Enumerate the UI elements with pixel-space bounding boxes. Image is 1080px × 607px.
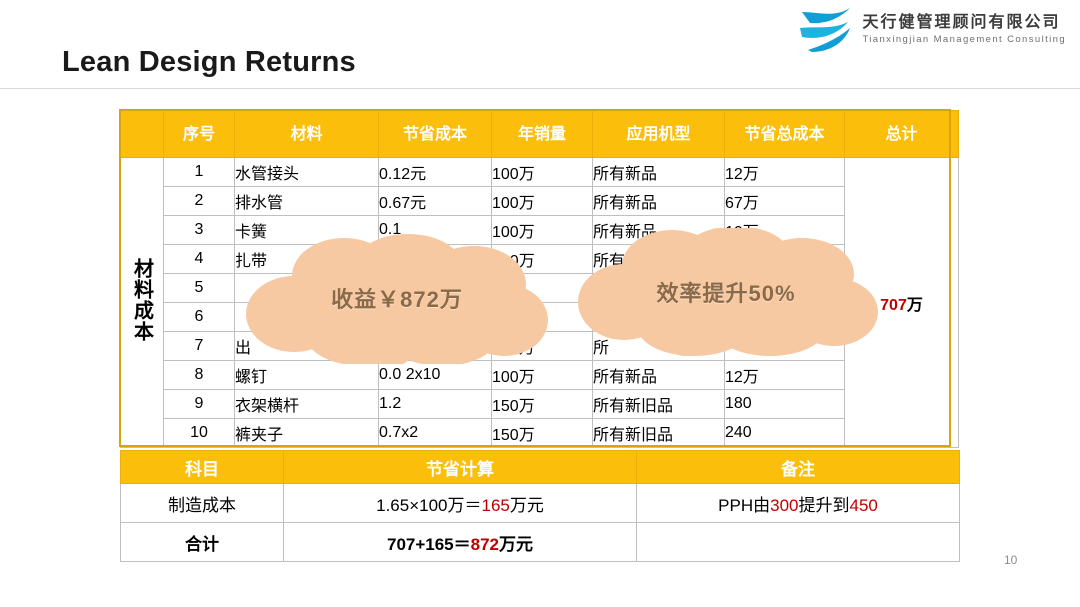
title-divider (0, 88, 1080, 89)
cloud-benefit-label: 收益￥872万 (331, 287, 463, 312)
header-material: 材料 (234, 110, 379, 158)
cell-total-saving: 12万 (724, 360, 845, 390)
cell-index: 10 (163, 418, 235, 448)
remark-highlight-2: 450 (849, 495, 878, 515)
remark-prefix: PPH由 (718, 495, 771, 515)
summary-row: 制造成本 1.65×100万＝165万元 PPH由300提升到450 (120, 483, 960, 523)
remark-mid: 提升到 (798, 495, 850, 515)
logo-chinese-name: 天行健管理顾问有限公司 (862, 13, 1061, 31)
cell-remark: PPH由300提升到450 (636, 483, 960, 523)
cell-calculation: 707+165＝872万元 (283, 522, 637, 562)
header-subject: 科目 (120, 450, 284, 484)
table-row: 材料成本 1 水管接头 0.12元 100万 所有新品 12万 707万 (120, 157, 959, 448)
cloud-efficiency-label: 效率提升50% (656, 281, 796, 306)
cell-calculation: 1.65×100万＝165万元 (283, 483, 637, 523)
logo-english-name: Tianxingjian Management Consulting (862, 33, 1066, 45)
summary-header-row: 科目 节省计算 备注 (120, 450, 960, 484)
cell-remark (636, 522, 960, 562)
table-row: 10 裤夹子 0.7x2 150万 所有新旧品 240 (121, 418, 959, 448)
cell-material: 水管接头 (234, 157, 379, 187)
cell-index: 4 (163, 244, 235, 274)
summary-table: 科目 节省计算 备注 制造成本 1.65×100万＝165万元 PPH由300提升到… (120, 450, 960, 562)
cell-total-saving: 12万 (724, 157, 845, 187)
cell-index: 6 (163, 302, 235, 332)
table-header-row: 序号 材料 节省成本 年销量 应用机型 节省总成本 总计 (120, 110, 959, 158)
cell-material: 螺钉 (234, 360, 379, 390)
table-row: 9 衣架横杆 1.2 150万 所有新旧品 180 (121, 389, 959, 419)
cell-saving: 1.2 (378, 389, 492, 419)
company-logo: 天行健管理顾问有限公司 Tianxingjian Management Cons… (798, 6, 1066, 52)
cell-subject: 制造成本 (120, 483, 284, 523)
cell-total-saving: 240 (724, 418, 845, 448)
cell-index: 1 (163, 157, 235, 187)
remark-highlight-1: 300 (770, 495, 799, 515)
calc-suffix: 万元 (509, 495, 544, 515)
cell-index: 5 (163, 273, 235, 303)
cell-volume: 100万 (491, 186, 593, 216)
table-row: 8 螺钉 0.0 2x10 100万 所有新品 12万 (121, 360, 959, 390)
calc-prefix: 707+165＝ (386, 534, 471, 554)
cell-saving: 0.7x2 (378, 418, 492, 448)
cell-index: 2 (163, 186, 235, 216)
table-row: 2 排水管 0.67元 100万 所有新品 67万 (121, 186, 959, 216)
cell-material: 排水管 (234, 186, 379, 216)
cloud-efficiency: 效率提升50% (566, 228, 886, 356)
cell-total-saving: 180 (724, 389, 845, 419)
header-grand-total: 总计 (844, 110, 959, 158)
calc-highlight: 165 (481, 495, 510, 515)
header-index: 序号 (163, 110, 235, 158)
cell-saving: 0.67元 (378, 186, 492, 216)
header-calculation: 节省计算 (283, 450, 637, 484)
grand-total-unit: 万 (906, 296, 923, 314)
cell-volume: 150万 (491, 389, 593, 419)
page-title: Lean Design Returns (62, 46, 356, 78)
cell-index: 3 (163, 215, 235, 245)
header-total-saving: 节省总成本 (724, 110, 845, 158)
header-remark: 备注 (636, 450, 960, 484)
header-volume: 年销量 (491, 110, 593, 158)
cell-subject: 合计 (120, 522, 284, 562)
cloud-benefit: 收益￥872万 (232, 232, 562, 364)
header-saving: 节省成本 (378, 110, 492, 158)
cell-total-saving: 67万 (724, 186, 845, 216)
header-model: 应用机型 (592, 110, 725, 158)
cell-index: 9 (163, 389, 235, 419)
cell-index: 8 (163, 360, 235, 390)
summary-body: 制造成本 1.65×100万＝165万元 PPH由300提升到450 合计 707+16… (120, 483, 960, 562)
cell-saving: 0.0 2x10 (378, 360, 492, 390)
cell-model: 所有新品 (592, 360, 725, 390)
calc-suffix: 万元 (499, 534, 534, 554)
cell-material: 衣架横杆 (234, 389, 379, 419)
cell-volume: 100万 (491, 360, 593, 390)
row-group-label: 材料成本 (120, 157, 164, 448)
cell-volume: 150万 (491, 418, 593, 448)
cell-material: 裤夹子 (234, 418, 379, 448)
cell-model: 所有新旧品 (592, 389, 725, 419)
cell-saving: 0.12元 (378, 157, 492, 187)
calc-prefix: 1.65×100万＝ (376, 495, 482, 515)
logo-text: 天行健管理顾问有限公司 Tianxingjian Management Cons… (862, 13, 1066, 46)
page-number: 10 (1004, 553, 1018, 567)
cell-volume: 100万 (491, 157, 593, 187)
swoosh-logo-icon (798, 6, 854, 52)
row-group-label-text: 材料成本 (130, 258, 153, 342)
header-corner (120, 110, 164, 158)
cell-model: 所有新品 (592, 157, 725, 187)
calc-highlight: 872 (470, 534, 500, 554)
summary-row: 合计 707+165＝872万元 (120, 522, 960, 562)
cell-model: 所有新旧品 (592, 418, 725, 448)
cell-index: 7 (163, 331, 235, 361)
cell-model: 所有新品 (592, 186, 725, 216)
